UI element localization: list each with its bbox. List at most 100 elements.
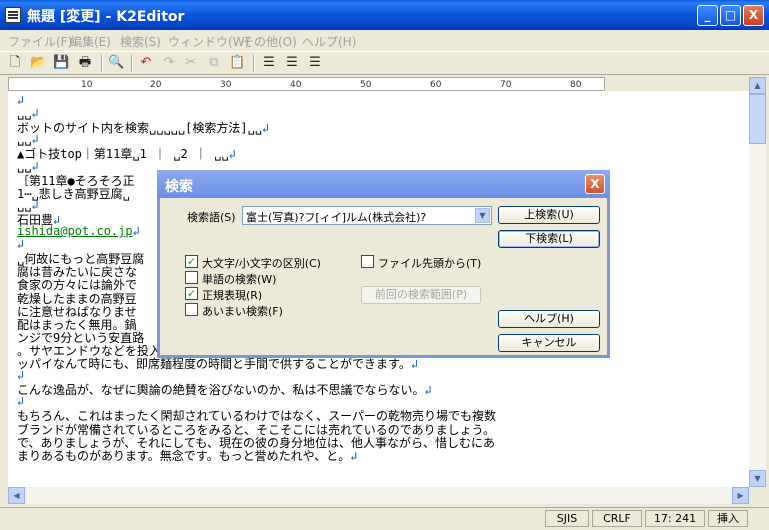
status-newline: CRLF: [592, 510, 642, 527]
open-folder-icon[interactable]: 📂: [30, 55, 46, 71]
line-text: こんな逸品が、なぜに輿論の絶賛を浴びないのか、私は不思議でならない。: [17, 383, 425, 398]
dialog-close-button[interactable]: X: [585, 174, 605, 194]
menu-search[interactable]: 検索(S): [120, 33, 161, 50]
status-encoding: SJIS: [545, 510, 589, 527]
redo-icon[interactable]: ↷: [161, 55, 177, 71]
editor-line: ↲: [17, 237, 24, 251]
newline-mark: ↲: [228, 147, 236, 162]
search-input[interactable]: 富士(写真)?フ[ィイ]ルム(株式会社)?: [246, 209, 426, 225]
new-file-icon[interactable]: 🗋: [7, 55, 23, 71]
line-text: ␣␣: [17, 158, 32, 173]
search-label: 検索語(S): [187, 211, 236, 224]
newline-mark: ↲: [410, 357, 419, 371]
editor-line: ↲: [17, 394, 24, 408]
editor-line: ishida@pot.co.jp↲: [17, 224, 140, 238]
line-text: ボットのサイト内を検索␣␣␣␣␣[検索方法]␣␣: [17, 121, 263, 136]
editor-line: ▲ゴト技top｜第11章␣1 ｜ ␣2 ｜ ␣␣↲: [17, 145, 236, 162]
whole-word-label: 単語の検索(W): [202, 273, 277, 286]
scroll-down-icon[interactable]: ▼: [749, 470, 766, 487]
align-right-icon[interactable]: ☰: [307, 55, 323, 71]
from-top-checkbox[interactable]: [361, 255, 374, 268]
scroll-left-icon[interactable]: ◀: [8, 487, 25, 504]
status-bar: SJIS CRLF 17: 241 挿入: [0, 507, 769, 530]
dialog-title-bar: 検索 X: [157, 170, 610, 198]
find-icon[interactable]: 🔍: [108, 55, 124, 71]
cancel-button[interactable]: キャンセル: [498, 334, 600, 352]
ruler-label: 30: [220, 80, 232, 90]
ruler-label: 20: [150, 80, 162, 90]
search-down-button[interactable]: 下検索(L): [498, 230, 600, 248]
menu-help[interactable]: ヘルプ(H): [302, 33, 356, 50]
menu-file[interactable]: ファイル(F): [8, 33, 72, 50]
menu-other[interactable]: その他(O): [242, 33, 297, 50]
editor-line: まりあるものがあります。無念です。もっと誉めたれや、と。↲: [17, 447, 357, 464]
editor-line: ␣␣↲: [17, 106, 39, 120]
line-text: ␣␣: [17, 132, 32, 147]
whole-word-checkbox[interactable]: [185, 271, 198, 284]
copy-icon[interactable]: ⧉: [206, 55, 222, 71]
newline-mark: ↲: [31, 132, 39, 147]
email-link[interactable]: ishida@pot.co.jp: [17, 224, 133, 238]
previous-range-button[interactable]: 前回の検索範囲(P): [361, 286, 481, 304]
vertical-scrollbar[interactable]: ▲ ▼: [749, 77, 766, 487]
search-up-button[interactable]: 上検索(U): [498, 206, 600, 224]
line-text: まりあるものがあります。無念です。もっと誉めたれや、と。: [17, 448, 351, 463]
case-sensitive-label: 大文字/小文字の区別(C): [202, 257, 321, 270]
ruler-label: 40: [290, 80, 302, 90]
case-sensitive-checkbox[interactable]: ✓: [185, 255, 198, 268]
newline-mark: ↲: [17, 93, 25, 107]
editor-line: ↲: [17, 93, 24, 107]
fuzzy-checkbox[interactable]: [185, 303, 198, 316]
print-icon[interactable]: 🖶: [77, 55, 93, 71]
scroll-up-icon[interactable]: ▲: [749, 77, 766, 94]
align-left-icon[interactable]: ☰: [261, 55, 277, 71]
regex-checkbox[interactable]: ✓: [185, 287, 198, 300]
app-icon[interactable]: [5, 7, 21, 23]
minimize-button[interactable]: _: [697, 5, 718, 26]
save-icon[interactable]: 💾: [53, 55, 69, 71]
newline-mark: ↲: [262, 121, 270, 136]
ruler: 10 20 30 40 50 60 70 80: [8, 77, 605, 91]
ruler-label: 70: [500, 80, 512, 90]
newline-mark: ↲: [31, 197, 39, 212]
dialog-title: 検索: [165, 179, 193, 195]
newline-mark: ↲: [31, 158, 39, 173]
scroll-right-icon[interactable]: ▶: [732, 487, 749, 504]
editor-line: ␣␣↲: [17, 159, 39, 173]
cut-icon[interactable]: ✂: [183, 55, 199, 71]
scroll-thumb[interactable]: [749, 94, 766, 144]
close-button[interactable]: X: [743, 5, 764, 26]
help-button[interactable]: ヘルプ(H): [498, 310, 600, 328]
paste-icon[interactable]: 📋: [229, 55, 245, 71]
title-bar: 無題 [変更] - K2Editor _ □ X: [0, 0, 769, 30]
newline-mark: ↲: [31, 106, 39, 121]
menu-window[interactable]: ウィンドウ(W): [168, 33, 249, 50]
menu-edit[interactable]: 編集(E): [70, 33, 111, 50]
ruler-label: 60: [430, 80, 442, 90]
line-text: ▲ゴト技top｜第11章␣1 ｜ ␣2 ｜ ␣␣: [17, 147, 229, 162]
window-title: 無題 [変更] - K2Editor: [27, 9, 185, 25]
maximize-button[interactable]: □: [720, 5, 741, 26]
newline-mark: ↲: [132, 224, 140, 238]
search-dialog: 検索 X 検索語(S) 富士(写真)?フ[ィイ]ルム(株式会社)? ▼ 上検索(…: [157, 170, 610, 358]
chevron-down-icon[interactable]: ▼: [475, 208, 490, 223]
regex-label: 正規表現(R): [202, 289, 263, 302]
line-text: ッパイなんて時にも、即席麺程度の時間と手間で供することができます。: [17, 357, 411, 371]
ruler-label: 10: [81, 80, 93, 90]
editor-line: ␣␣↲: [17, 198, 39, 212]
fuzzy-label: あいまい検索(F): [202, 305, 283, 318]
status-position: 17: 241: [645, 510, 705, 527]
toolbar-separator: [131, 55, 133, 72]
align-center-icon[interactable]: ☰: [284, 55, 300, 71]
menu-bar: ファイル(F) 編集(E) 検索(S) ウィンドウ(W) その他(O) ヘルプ(…: [0, 30, 769, 50]
from-top-label: ファイル先頭から(T): [378, 257, 482, 270]
editor-line: ␣␣↲: [17, 132, 39, 146]
horizontal-scrollbar[interactable]: ◀ ▶: [8, 487, 749, 504]
toolbar: 🗋 📂 💾 🖶 🔍 ↶ ↷ ✂ ⧉ 📋 ☰ ☰ ☰: [0, 51, 769, 75]
search-combobox[interactable]: 富士(写真)?フ[ィイ]ルム(株式会社)? ▼: [242, 206, 492, 225]
undo-icon[interactable]: ↶: [138, 55, 154, 71]
newline-mark: ↲: [17, 394, 25, 409]
editor-line: ボットのサイト内を検索␣␣␣␣␣[検索方法]␣␣↲: [17, 119, 269, 136]
newline-mark: ↲: [17, 368, 25, 383]
ruler-label: 80: [570, 80, 582, 90]
